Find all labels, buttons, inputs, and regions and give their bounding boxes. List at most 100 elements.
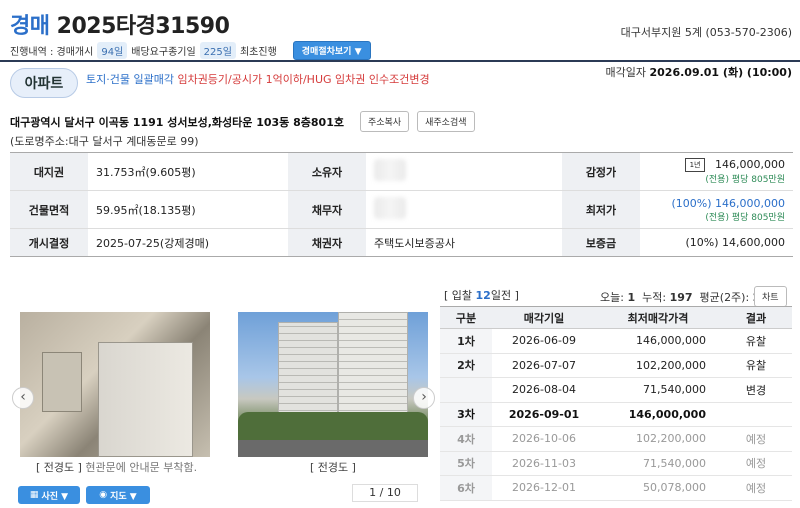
- row-result: 유찰: [720, 328, 792, 354]
- total-label: 누적:: [642, 291, 670, 304]
- bid-head-pre: [ 입찰: [444, 289, 476, 302]
- creditor-value: 주택도시보증공사: [374, 236, 455, 250]
- row-round: 3차: [440, 402, 492, 427]
- table-row: 2차 2026-07-07 102,200,000 유찰: [440, 353, 792, 378]
- row-round: 4차: [440, 426, 492, 452]
- row-result: 유찰: [720, 353, 792, 378]
- procedure-button[interactable]: 경매절차보기 ▼: [292, 41, 371, 60]
- bid-head-days: 12: [475, 289, 491, 302]
- debtor-label: 채무자: [288, 190, 366, 229]
- progress-meta: 진행내역 : 경매개시 94일 배당요구종기일 225일 최초진행 경매절차보기…: [10, 41, 371, 60]
- court-info: 대구서부지원 5계 (053-570-2306): [620, 26, 792, 39]
- case-number: 2025타경31590: [56, 14, 230, 39]
- appraisal-sub: (전용) 평당 805만원: [705, 175, 785, 185]
- row-round: 1차: [440, 328, 492, 354]
- owner-value: [366, 152, 562, 191]
- col-result: 결과: [720, 306, 792, 329]
- col-round: 구분: [440, 306, 492, 329]
- start-label: 개시결정: [10, 228, 88, 257]
- row-result: 예정: [720, 451, 792, 476]
- days-since-start: 94일: [97, 42, 128, 59]
- photo-prev-arrow[interactable]: ‹: [12, 387, 34, 409]
- row-date: 2026-11-03: [492, 451, 596, 476]
- today-count: 1: [627, 291, 636, 304]
- row-price: 102,200,000: [596, 426, 720, 452]
- row-round: 6차: [440, 475, 492, 501]
- col-price: 최저매각가격: [596, 306, 720, 329]
- road-shape: [238, 440, 428, 457]
- min-sub: (전용) 평당 805만원: [705, 212, 785, 223]
- appraisal-label: 감정가: [562, 152, 640, 191]
- map-pin-icon: ◉: [99, 490, 108, 500]
- table-row: 1차 2026-06-09 146,000,000 유찰: [440, 328, 792, 354]
- row-date: 2026-06-09: [492, 328, 596, 354]
- calendar-icon: 1년: [685, 158, 706, 172]
- table-row-future: 6차 2026-12-01 50,078,000 예정: [440, 475, 792, 501]
- col-date: 매각기일: [492, 306, 596, 329]
- row-date: 2026-12-01: [492, 475, 596, 501]
- owner-label: 소유자: [288, 152, 366, 191]
- building-value: 59.95㎡(18.135평): [88, 190, 288, 229]
- photo-next-arrow[interactable]: ›: [413, 387, 435, 409]
- panel-shape: [42, 352, 82, 412]
- photo-building[interactable]: [238, 312, 428, 457]
- chart-button[interactable]: 차트: [754, 286, 787, 307]
- row-round: 2차: [440, 353, 492, 378]
- grid-icon: ▦: [29, 490, 39, 500]
- table-row-current: 3차 2026-09-01 146,000,000: [440, 402, 792, 427]
- trees-shape: [238, 412, 428, 442]
- row-round: [440, 377, 492, 403]
- table-row-future: 4차 2026-10-06 102,200,000 예정: [440, 426, 792, 452]
- new-address-button[interactable]: 새주소검색: [417, 111, 475, 132]
- map-button-label: 지도 ▼: [110, 491, 137, 502]
- row-result: 변경: [720, 377, 792, 403]
- land-value: 31.753㎡(9.605평): [88, 152, 288, 191]
- row-price: 146,000,000: [596, 328, 720, 354]
- row-date: 2026-10-06: [492, 426, 596, 452]
- case-title: 경매 2025타경31590: [10, 8, 230, 40]
- deposit-value: (10%) 14,600,000: [685, 236, 785, 249]
- row-round: 5차: [440, 451, 492, 476]
- property-info-table: 대지권 31.753㎡(9.605평) 소유자 감정가 1년 146,000,00…: [10, 152, 793, 257]
- row-date: 2026-09-01: [492, 402, 596, 427]
- photo-button-label: 사진 ▼: [41, 491, 69, 502]
- total-count: 197: [669, 291, 693, 304]
- sale-date: 매각일자 2026.09.01 (화) (10:00): [606, 64, 792, 80]
- sale-date-label: 매각일자: [605, 66, 646, 79]
- property-tags: 토지·건물 일괄매각 임차권등기/공시가 1억이하/HUG 임차권 인수조건변경: [86, 71, 430, 87]
- copy-address-button[interactable]: 주소복사: [360, 111, 410, 132]
- row-result: [720, 402, 792, 427]
- photo-menu-button[interactable]: ▦ 사진 ▼: [18, 486, 80, 504]
- appraisal-value: 146,000,000: [715, 158, 785, 171]
- view-stats: 오늘: 1 누적: 197 평균(2주): 2: [600, 289, 760, 305]
- bid-head-post: 일전 ]: [490, 289, 519, 302]
- photo-pager: 1 / 10: [352, 484, 418, 502]
- today-label: 오늘:: [600, 291, 628, 304]
- row-price: 71,540,000: [596, 451, 720, 476]
- address: 대구광역시 달서구 이곡동 1191 성서보성,화성타운 103동 8층801호: [10, 115, 344, 129]
- building-label: 건물면적: [10, 190, 88, 229]
- photo1-caption-tag: [ 전경도 ]: [36, 461, 82, 474]
- row-date: 2026-08-04: [492, 377, 596, 403]
- row-date: 2026-07-07: [492, 353, 596, 378]
- auction-history-table: 구분 매각기일 최저매각가격 결과 1차 2026-06-09 146,000,00…: [440, 306, 792, 501]
- address-row: 대구광역시 달서구 이곡동 1191 성서보성,화성타운 103동 8층801호…: [10, 111, 475, 132]
- row-result: 예정: [720, 426, 792, 452]
- photo1-caption-text: 현관문에 안내문 부착함.: [81, 461, 198, 474]
- min-label: 최저가: [562, 190, 640, 229]
- sale-date-value: 2026.09.01 (화) (10:00): [649, 66, 793, 79]
- header-divider: [0, 60, 800, 62]
- owner-redacted: [374, 159, 406, 181]
- min-value: (100%) 146,000,000: [671, 196, 785, 210]
- appraisal-cell: 1년 146,000,000 (전용) 평당 805만원: [640, 152, 793, 191]
- claim-label: 배당요구종기일: [131, 47, 196, 58]
- photo-entrance[interactable]: [20, 312, 210, 457]
- debtor-value: [366, 190, 562, 229]
- claim-days: 225일: [199, 42, 236, 59]
- auction-word: 경매: [10, 14, 50, 39]
- map-menu-button[interactable]: ◉ 지도 ▼: [86, 486, 150, 504]
- land-label: 대지권: [10, 152, 88, 191]
- row-price: 50,078,000: [596, 475, 720, 501]
- row-price: 71,540,000: [596, 377, 720, 403]
- deposit-label: 보증금: [562, 228, 640, 257]
